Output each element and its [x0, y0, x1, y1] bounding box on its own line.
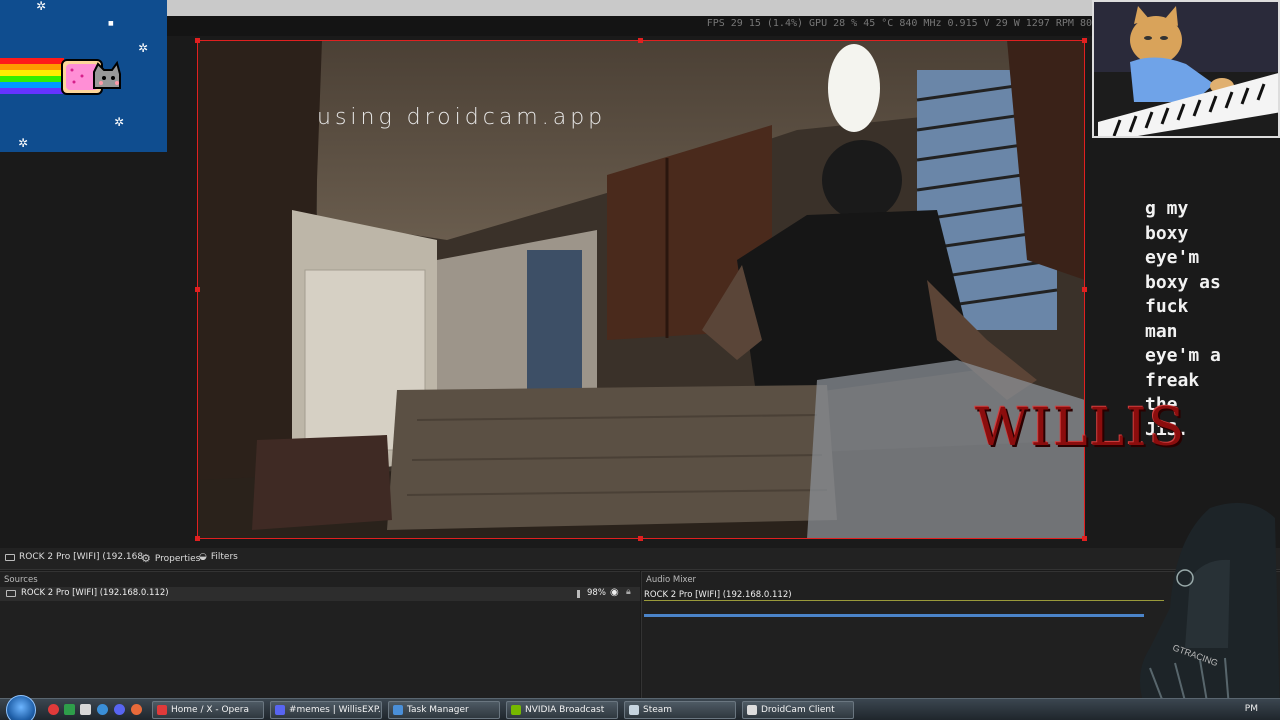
app-icon[interactable]: [64, 704, 75, 715]
taskbar-item-label: Home / X - Opera: [171, 705, 250, 715]
discord-icon: [275, 705, 285, 715]
discord-icon[interactable]: [114, 704, 125, 715]
gaming-chair-image: GTRACING: [1140, 502, 1280, 720]
webcam-preview[interactable]: using droidcam.app: [197, 40, 1085, 539]
properties-button[interactable]: ⚙ Properties: [141, 552, 200, 565]
stats-text: FPS 29 15 (1.4%) GPU 28 % 45 °C 840 MHz …: [706, 18, 1092, 29]
mixer-track-name: ROCK 2 Pro [WIFI] (192.168.0.112): [644, 590, 792, 600]
star-icon: ■: [108, 20, 114, 27]
filters-label: Filters: [210, 552, 238, 562]
taskbar-item-label: #memes | WillisEXP...: [289, 705, 382, 715]
rainbow-trail: [0, 58, 64, 94]
properties-label: Properties: [154, 553, 201, 564]
resize-handle[interactable]: [195, 38, 200, 43]
resize-handle[interactable]: [195, 287, 200, 292]
filter-icon: ◒: [199, 552, 207, 562]
lyric-line: boxy as: [1145, 271, 1221, 293]
steam-icon: [629, 705, 639, 715]
lock-icon[interactable]: 🔒︎: [626, 587, 631, 597]
resize-handle[interactable]: [195, 536, 200, 541]
eye-icon[interactable]: ◉: [610, 587, 619, 598]
browser-icon[interactable]: [97, 704, 108, 715]
taskbar-item-droidcam[interactable]: DroidCam Client: [742, 701, 854, 719]
source-item-name: ROCK 2 Pro [WIFI] (192.168.0.112): [21, 588, 169, 598]
star-icon: ✲: [36, 0, 47, 13]
nyan-cat-icon: [61, 59, 121, 95]
opera-icon: [157, 705, 167, 715]
lyric-line: eye'm a: [1145, 345, 1221, 366]
droidcam-icon: [747, 705, 757, 715]
nvidia-icon: [511, 705, 521, 715]
keyboard-cat-overlay: [1092, 0, 1280, 138]
preview-top-bar: [167, 0, 1092, 16]
source-opacity: 98%: [587, 588, 606, 598]
lyric-line: g my: [1145, 198, 1189, 219]
taskbar-item-label: DroidCam Client: [761, 705, 835, 715]
keyboard-cat-image: [1094, 2, 1278, 136]
lyric-line: eye'm: [1145, 247, 1200, 268]
resize-handle[interactable]: [638, 536, 643, 541]
taskbar-item-task-manager[interactable]: Task Manager: [388, 701, 500, 719]
droidcam-watermark: using droidcam.app: [317, 105, 607, 130]
resize-handle[interactable]: [1082, 536, 1087, 541]
audio-mixer-title: Audio Mixer: [646, 575, 697, 585]
taskbar-item-opera[interactable]: Home / X - Opera: [152, 701, 264, 719]
lyric-line: man: [1145, 320, 1178, 342]
grip-icon: [577, 590, 580, 598]
lyric-line: fuck: [1145, 296, 1189, 317]
star-icon: ✲: [114, 115, 125, 129]
filters-button[interactable]: ◒ Filters: [199, 552, 238, 562]
source-list-item[interactable]: ROCK 2 Pro [WIFI] (192.168.0.112) 98% ◉ …: [0, 587, 640, 601]
opera-icon[interactable]: [48, 704, 59, 715]
camera-icon: [5, 553, 15, 561]
resize-handle[interactable]: [638, 38, 643, 43]
app-icon[interactable]: [131, 704, 142, 715]
volume-meter: [644, 600, 1164, 604]
resize-handle[interactable]: [1082, 287, 1087, 292]
source-selector[interactable]: ROCK 2 Pro [WIFI] (192.168: [5, 552, 143, 562]
start-button[interactable]: [6, 695, 36, 720]
taskbar-item-label: NVIDIA Broadcast: [525, 705, 605, 715]
source-toolbar: ROCK 2 Pro [WIFI] (192.168 ⚙ Properties …: [0, 548, 1280, 570]
taskbar-item-label: Steam: [643, 705, 673, 715]
willis-logo: WILLIS: [975, 398, 1187, 458]
resize-handle[interactable]: [1082, 38, 1087, 43]
taskbar-item-label: Task Manager: [407, 705, 469, 715]
taskbar-item-nvidia-broadcast[interactable]: NVIDIA Broadcast: [506, 701, 618, 719]
star-icon: ✲: [18, 136, 29, 150]
sources-title: Sources: [4, 575, 38, 585]
lyric-line: boxy: [1145, 222, 1189, 244]
star-icon: ✲: [138, 41, 149, 55]
volume-fader[interactable]: [644, 614, 1144, 617]
windows-taskbar: Home / X - Opera #memes | WillisEXP... T…: [0, 695, 1280, 720]
taskbar-item-steam[interactable]: Steam: [624, 701, 736, 719]
nyan-cat-overlay: ✲ ✲ ✲ ✲ ■: [0, 0, 167, 152]
camera-icon: [6, 590, 16, 597]
taskbar-clock[interactable]: PM: [1245, 704, 1258, 714]
stats-strip: FPS 29 15 (1.4%) GPU 28 % 45 °C 840 MHz …: [167, 16, 1092, 36]
source-toolbar-name: ROCK 2 Pro [WIFI] (192.168: [19, 552, 144, 562]
app-icon[interactable]: [80, 704, 91, 715]
lyric-line: freak: [1145, 369, 1200, 391]
taskbar-item-discord[interactable]: #memes | WillisEXP...: [270, 701, 382, 719]
gear-icon: ⚙: [141, 552, 151, 565]
task-manager-icon: [393, 705, 403, 715]
